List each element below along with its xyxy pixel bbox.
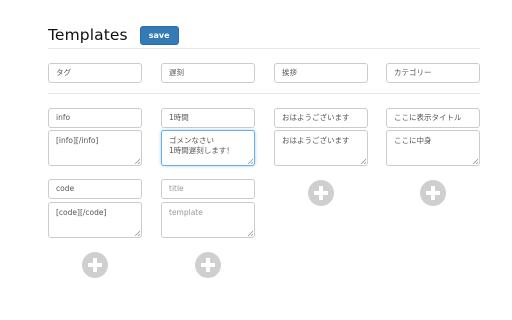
template-body-textarea[interactable]: [info][/info] [48,130,142,166]
column-name-input[interactable]: カテゴリー [386,63,480,83]
template-body-textarea[interactable]: ここに中身 [386,130,480,166]
template-title-input[interactable]: title [161,179,255,199]
template-title-input[interactable]: ここに表示タイトル [386,108,480,128]
template-body-textarea[interactable]: template [161,202,255,238]
add-template-icon[interactable] [82,252,108,278]
add-template-icon[interactable] [308,180,334,206]
template-title-input[interactable]: code [48,179,142,199]
template-body-textarea[interactable]: おはようございます [274,130,368,166]
resize-grip-icon[interactable] [247,230,253,236]
template-title-input[interactable]: 1時間 [161,108,255,128]
resize-grip-icon[interactable] [134,158,140,164]
column-name-input[interactable]: タグ [48,63,142,83]
resize-grip-icon[interactable] [472,158,478,164]
resize-grip-icon[interactable] [360,158,366,164]
add-template-icon[interactable] [420,180,446,206]
add-template-icon[interactable] [195,252,221,278]
page-header: Templates save [48,24,179,46]
page-title: Templates [48,26,128,44]
template-body-textarea[interactable]: [code][/code] [48,202,142,238]
column-name-input[interactable]: 挨拶 [274,63,368,83]
name-row-divider [48,93,480,94]
column-name-input[interactable]: 遅刻 [161,63,255,83]
save-button[interactable]: save [139,25,179,45]
resize-grip-icon[interactable] [247,158,253,164]
resize-grip-icon[interactable] [134,230,140,236]
template-title-input[interactable]: info [48,108,142,128]
header-divider [48,48,480,49]
template-body-textarea[interactable]: ゴメンなさい 1時間遅刻します！ [161,130,255,166]
template-title-input[interactable]: おはようございます [274,108,368,128]
